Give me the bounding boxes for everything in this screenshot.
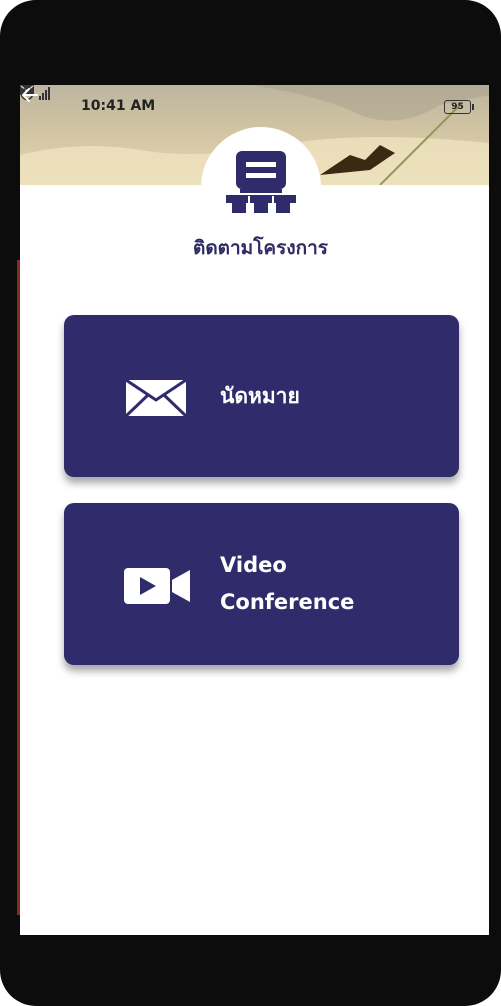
org-chart-icon xyxy=(226,151,296,213)
video-camera-icon xyxy=(124,568,190,604)
status-bar: 10:41 AM 95 xyxy=(20,85,489,125)
appointment-label: นัดหมาย xyxy=(220,384,300,408)
video-conference-button[interactable]: Video Conference xyxy=(64,503,459,665)
status-time: 10:41 AM xyxy=(81,98,156,114)
page-title: ติดตามโครงการ xyxy=(193,237,328,259)
phone-frame: 10:41 AM 95 ติดตามโครงการ นัดหมาย Video … xyxy=(0,0,501,1006)
app-screen: 10:41 AM 95 ติดตามโครงการ นัดหมาย Video … xyxy=(20,85,489,935)
video-conference-label: Video Conference xyxy=(220,547,420,621)
video-label-line2: Conference xyxy=(220,590,355,614)
arrow-left-icon[interactable] xyxy=(20,85,40,105)
video-label-line1: Video xyxy=(220,553,287,577)
envelope-icon xyxy=(124,378,188,418)
appointment-button[interactable]: นัดหมาย xyxy=(64,315,459,477)
battery-indicator: 95 xyxy=(444,100,474,114)
